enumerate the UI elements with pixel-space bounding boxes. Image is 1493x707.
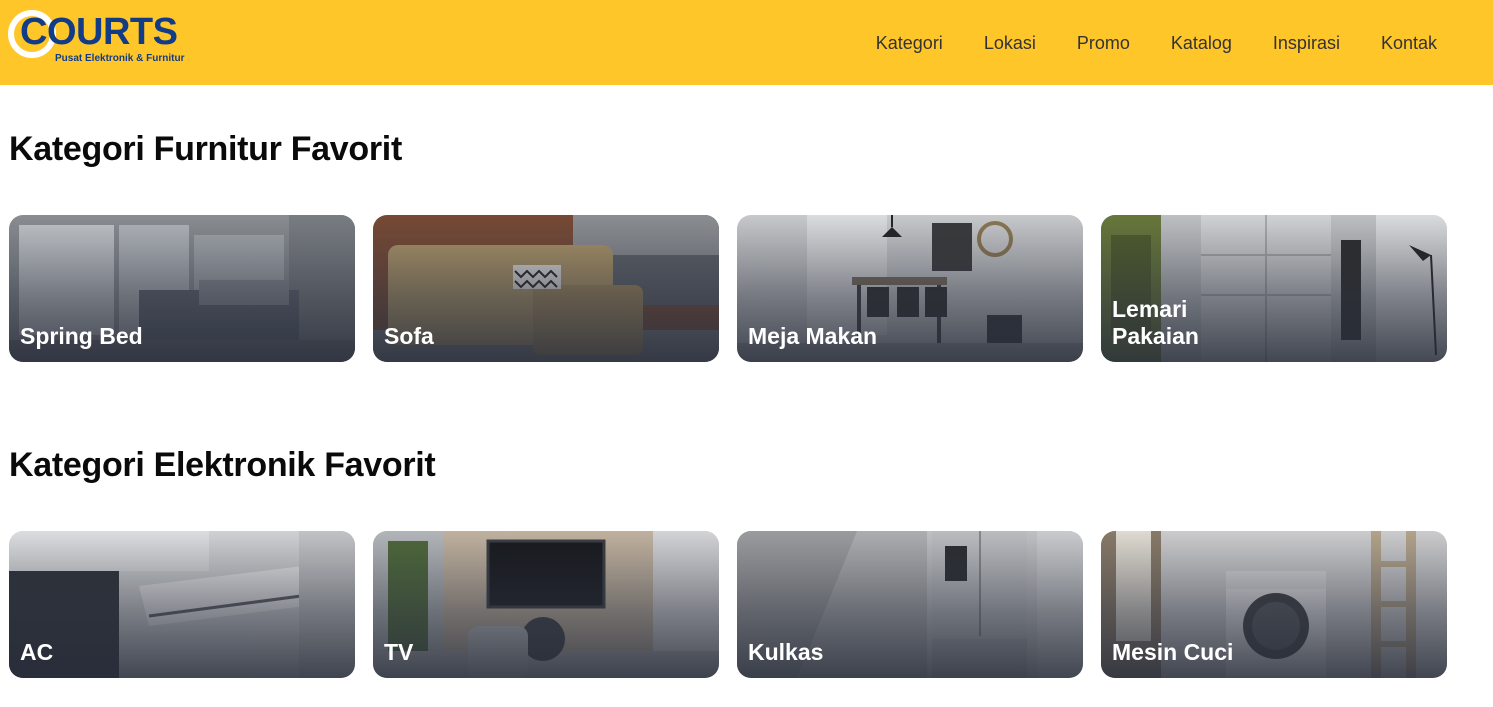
logo-tagline: Pusat Elektronik & Furnitur	[55, 53, 185, 64]
nav-promo[interactable]: Promo	[1077, 32, 1130, 54]
category-card-kulkas[interactable]: Kulkas	[737, 531, 1083, 678]
category-card-sofa[interactable]: Sofa	[373, 215, 719, 362]
logo-wordmark: COURTS	[20, 11, 178, 53]
category-label: Meja Makan	[748, 323, 878, 349]
nav-kategori[interactable]: Kategori	[876, 32, 943, 54]
category-label: Sofa	[384, 323, 434, 349]
courts-logo[interactable]: COURTS Pusat Elektronik & Furnitur	[8, 8, 185, 68]
category-label: Kulkas	[748, 639, 824, 665]
category-label: Lemari Pakaian	[1112, 296, 1199, 349]
category-label: AC	[20, 639, 54, 665]
main-nav: Kategori Lokasi Promo Katalog Inspirasi …	[876, 0, 1437, 85]
nav-katalog[interactable]: Katalog	[1171, 32, 1232, 54]
category-card-ac[interactable]: AC	[9, 531, 355, 678]
category-card-tv[interactable]: TV	[373, 531, 719, 678]
category-card-mesin-cuci[interactable]: Mesin Cuci	[1101, 531, 1447, 678]
category-label: TV	[384, 639, 414, 665]
category-label: Mesin Cuci	[1112, 639, 1234, 665]
electronics-category-grid: AC TV Kulkas Mesin Cuci	[9, 531, 1449, 678]
category-card-spring-bed[interactable]: Spring Bed	[9, 215, 355, 362]
furniture-category-grid: Spring Bed Sofa Meja Makan Lemari Pakaia…	[9, 215, 1449, 362]
category-card-lemari-pakaian[interactable]: Lemari Pakaian	[1101, 215, 1447, 362]
furniture-section-title: Kategori Furnitur Favorit	[9, 130, 402, 168]
category-card-meja-makan[interactable]: Meja Makan	[737, 215, 1083, 362]
electronics-section-title: Kategori Elektronik Favorit	[9, 446, 436, 484]
category-label: Spring Bed	[20, 323, 143, 349]
nav-kontak[interactable]: Kontak	[1381, 32, 1437, 54]
nav-lokasi[interactable]: Lokasi	[984, 32, 1036, 54]
site-header: COURTS Pusat Elektronik & Furnitur Kateg…	[0, 0, 1493, 85]
nav-inspirasi[interactable]: Inspirasi	[1273, 32, 1340, 54]
